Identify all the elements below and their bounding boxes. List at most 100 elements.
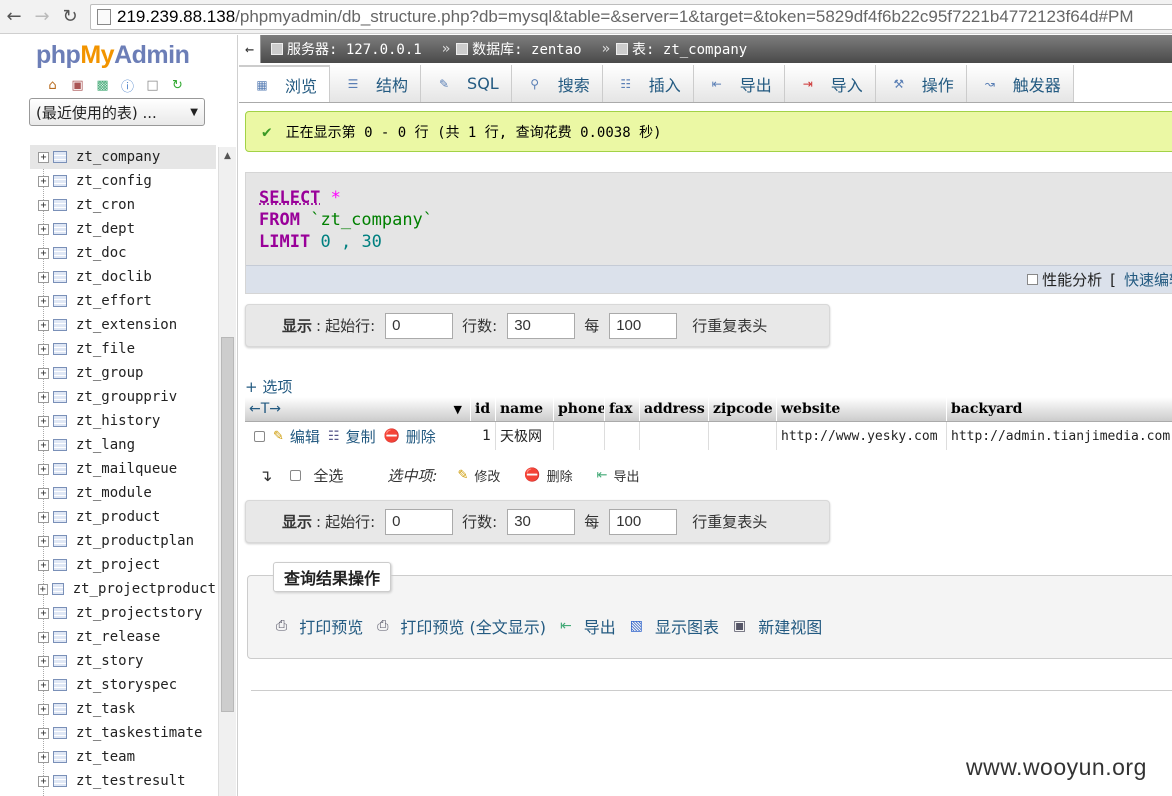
forward-button[interactable]: →: [28, 3, 56, 31]
expand-icon[interactable]: +: [38, 559, 49, 571]
create-view-link[interactable]: 新建视图: [758, 614, 822, 638]
cell-backyard[interactable]: http://admin.tianjimedia.com: [947, 422, 1172, 450]
sidebar-table-item[interactable]: + zt_grouppriv: [30, 385, 216, 409]
column-header-address[interactable]: address: [640, 397, 709, 421]
sidebar-table-item[interactable]: + zt_team: [30, 745, 216, 769]
row-delete-link[interactable]: 删除: [406, 426, 436, 447]
sidebar-table-item[interactable]: + zt_project: [30, 553, 216, 577]
tab-browse[interactable]: ▦ 浏览: [239, 65, 331, 102]
tab-import[interactable]: ⇥ 导入: [784, 65, 876, 102]
collapse-nav-icon[interactable]: ←: [239, 35, 261, 63]
sidebar-table-item[interactable]: + zt_extension: [30, 313, 216, 337]
tab-sql[interactable]: ✎ SQL: [421, 65, 512, 102]
expand-icon[interactable]: +: [38, 439, 49, 451]
sidebar-scrollbar[interactable]: ▲: [218, 147, 236, 796]
expand-icon[interactable]: +: [38, 463, 49, 475]
expand-icon[interactable]: +: [38, 583, 48, 595]
sidebar-table-item[interactable]: + zt_lang: [30, 433, 216, 457]
expand-icon[interactable]: +: [38, 535, 49, 547]
cell-name[interactable]: 天极网: [496, 422, 554, 450]
expand-icon[interactable]: +: [38, 511, 49, 523]
phpmyadmin-logo[interactable]: phpMyAdmin: [36, 41, 190, 70]
expand-icon[interactable]: +: [38, 247, 49, 259]
sidebar-table-item[interactable]: + zt_projectstory: [30, 601, 216, 625]
column-header-name[interactable]: name: [496, 397, 554, 421]
tab-search[interactable]: ⚲ 搜索: [511, 65, 603, 102]
profiling-checkbox[interactable]: [1027, 274, 1039, 285]
check-all-checkbox[interactable]: [290, 469, 302, 481]
expand-icon[interactable]: +: [38, 319, 49, 331]
cell-zipcode[interactable]: [709, 422, 777, 450]
sidebar-table-item[interactable]: + zt_task: [30, 697, 216, 721]
expand-icon[interactable]: +: [38, 679, 49, 691]
expand-icon[interactable]: +: [38, 487, 49, 499]
sidebar-table-item[interactable]: + zt_history: [30, 409, 216, 433]
reload-nav-icon[interactable]: ↻: [169, 77, 186, 94]
cell-phone[interactable]: [554, 422, 605, 450]
start-row-input[interactable]: 0: [385, 312, 454, 339]
sidebar-table-item[interactable]: + zt_file: [30, 337, 216, 361]
rows-count-input[interactable]: 30: [507, 508, 576, 535]
help-icon[interactable]: ⓘ: [119, 77, 136, 95]
print-preview-link[interactable]: 打印预览: [299, 614, 363, 638]
sidebar-table-item[interactable]: + zt_taskestimate: [30, 721, 216, 745]
sql-keyword-select[interactable]: SELECT: [259, 188, 320, 208]
sidebar-table-item[interactable]: + zt_release: [30, 625, 216, 649]
expand-icon[interactable]: +: [38, 703, 49, 715]
sort-chevron-icon[interactable]: ▼: [454, 403, 462, 416]
tab-export[interactable]: ⇤ 导出: [693, 65, 785, 102]
tab-structure[interactable]: ☰ 结构: [330, 65, 422, 102]
column-header-phone[interactable]: phone: [554, 397, 605, 421]
expand-icon[interactable]: +: [38, 391, 49, 403]
sidebar-table-item[interactable]: + zt_cron: [30, 193, 216, 217]
breadcrumb-table[interactable]: » 表: zt_company: [592, 39, 748, 59]
sidebar-table-item[interactable]: + zt_story: [30, 649, 216, 673]
cell-website[interactable]: http://www.yesky.com: [777, 422, 947, 450]
expand-icon[interactable]: +: [38, 295, 49, 307]
breadcrumb-server[interactable]: 服务器: 127.0.0.1: [271, 39, 422, 59]
expand-icon[interactable]: +: [38, 223, 49, 235]
sidebar-table-item[interactable]: + zt_projectproduct: [30, 577, 216, 601]
expand-icon[interactable]: +: [38, 727, 49, 739]
bulk-delete-button[interactable]: 删除: [547, 466, 573, 485]
check-all-label[interactable]: 全选: [313, 465, 343, 486]
bulk-edit-button[interactable]: 修改: [474, 466, 500, 485]
expand-icon[interactable]: +: [38, 367, 49, 379]
scrollbar-thumb[interactable]: [221, 337, 234, 712]
expand-icon[interactable]: +: [38, 607, 49, 619]
sidebar-table-item[interactable]: + zt_storyspec: [30, 673, 216, 697]
expand-icon[interactable]: +: [38, 175, 49, 187]
sidebar-table-item[interactable]: + zt_module: [30, 481, 216, 505]
column-resize-icon[interactable]: ←T→: [249, 401, 281, 417]
row-copy-link[interactable]: 复制: [346, 426, 376, 447]
expand-icon[interactable]: +: [38, 271, 49, 283]
column-header-fax[interactable]: fax: [605, 397, 640, 421]
print-preview-full-link[interactable]: 打印预览 (全文显示): [400, 614, 546, 638]
cell-id[interactable]: 1: [471, 422, 496, 450]
expand-icon[interactable]: +: [38, 151, 49, 163]
sidebar-table-item[interactable]: + zt_doc: [30, 241, 216, 265]
options-toggle-link[interactable]: + 选项: [245, 376, 292, 397]
recent-tables-select[interactable]: (最近使用的表) ... ▼: [29, 98, 205, 126]
home-icon[interactable]: ⌂: [44, 77, 61, 94]
reload-button[interactable]: ↻: [56, 3, 84, 31]
expand-icon[interactable]: +: [38, 199, 49, 211]
sidebar-table-item[interactable]: + zt_group: [30, 361, 216, 385]
breadcrumb-database[interactable]: » 数据库: zentao: [432, 39, 582, 59]
tab-operations[interactable]: ⚒ 操作: [875, 65, 967, 102]
rows-count-input[interactable]: 30: [507, 312, 576, 339]
column-header-zipcode[interactable]: zipcode: [709, 397, 777, 421]
sidebar-table-item[interactable]: + zt_company: [30, 145, 216, 169]
inline-edit-link[interactable]: 快速编辑: [1124, 269, 1172, 290]
column-header-id[interactable]: id: [471, 397, 496, 421]
cell-fax[interactable]: [605, 422, 640, 450]
cell-address[interactable]: [640, 422, 709, 450]
column-header-website[interactable]: website: [777, 397, 947, 421]
row-edit-link[interactable]: 编辑: [290, 426, 320, 447]
expand-icon[interactable]: +: [38, 751, 49, 763]
sidebar-table-item[interactable]: + zt_dept: [30, 217, 216, 241]
expand-icon[interactable]: +: [38, 631, 49, 643]
sidebar-table-item[interactable]: + zt_doclib: [30, 265, 216, 289]
address-bar[interactable]: 219.239.88.138/phpmyadmin/db_structure.p…: [90, 4, 1172, 30]
column-header-backyard[interactable]: backyard: [947, 397, 1172, 421]
